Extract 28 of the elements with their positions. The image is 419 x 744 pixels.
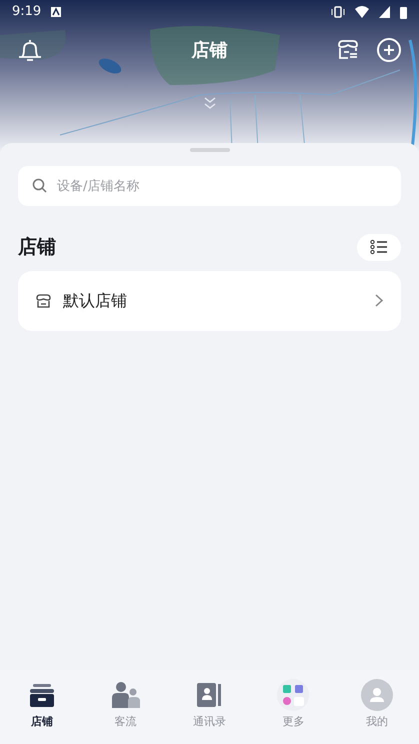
section-title: 店铺 bbox=[18, 235, 56, 260]
avatar-icon bbox=[361, 679, 394, 711]
nav-tab[interactable]: 更多 bbox=[251, 670, 336, 744]
list-view-button[interactable] bbox=[357, 234, 401, 261]
battery-icon bbox=[400, 6, 407, 18]
people-icon bbox=[110, 682, 141, 708]
store-row[interactable]: 默认店铺 bbox=[18, 270, 401, 330]
notification-button[interactable] bbox=[17, 37, 43, 63]
nav-tab[interactable]: 我的 bbox=[335, 670, 419, 744]
contacts-icon bbox=[196, 682, 222, 708]
chevron-right-icon bbox=[375, 294, 383, 307]
store-icon bbox=[28, 682, 55, 708]
nav-tab[interactable]: 通讯录 bbox=[168, 670, 252, 744]
add-button[interactable] bbox=[376, 37, 402, 63]
search-field[interactable]: 设备/店铺名称 bbox=[18, 166, 401, 206]
list-icon bbox=[370, 239, 388, 256]
nav-tab[interactable]: 客流 bbox=[84, 670, 168, 744]
app-grid-icon bbox=[277, 679, 310, 711]
page-title: 店铺 bbox=[190, 38, 228, 62]
signal-icon bbox=[379, 6, 390, 18]
search-icon bbox=[32, 178, 47, 193]
store-list-button[interactable] bbox=[336, 38, 360, 62]
vibrate-icon bbox=[331, 6, 345, 18]
status-time: 9:19 bbox=[12, 3, 42, 22]
wifi-icon bbox=[355, 6, 369, 18]
store-icon bbox=[36, 294, 51, 308]
notification-icon bbox=[51, 7, 62, 17]
nav-tab[interactable]: 店铺 bbox=[0, 670, 84, 744]
